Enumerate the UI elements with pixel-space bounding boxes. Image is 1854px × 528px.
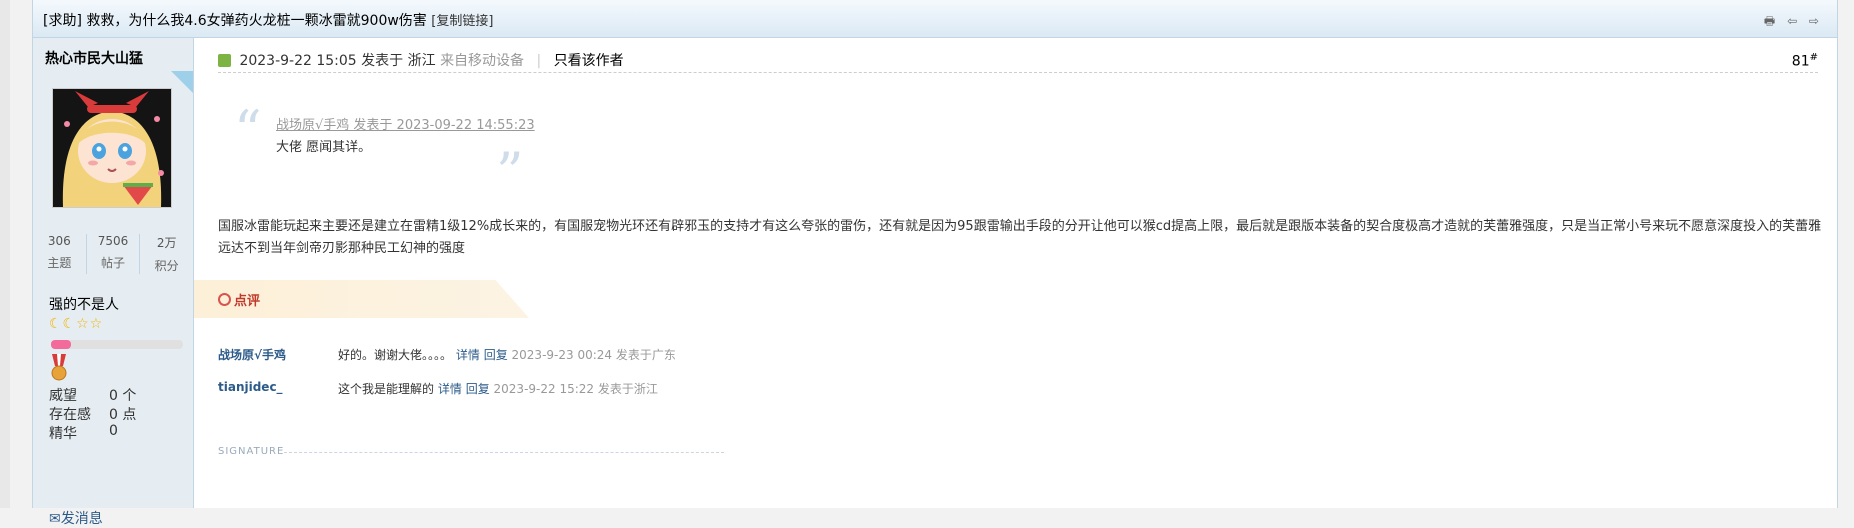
stat-posts-label: 帖子 <box>101 256 126 270</box>
thread-title: [求助] 救救，为什么我4.6女弹药火龙桩一颗冰雷就900w伤害 [复制链接] <box>43 10 493 30</box>
stat-posts-value: 7506 <box>97 234 129 248</box>
avatar[interactable] <box>52 88 172 208</box>
stat-posts[interactable]: 7506 帖子 <box>87 234 141 274</box>
stat-threads[interactable]: 306 主题 <box>33 234 87 274</box>
author-sidebar: 热心市民大山猛 306 主题 7506 帖子 2万 积分 强的不是人 ☾☾☆☆ … <box>33 38 194 527</box>
post-frame: [求助] 救救，为什么我4.6女弹药火龙桩一颗冰雷就900w伤害 [复制链接] … <box>32 0 1838 527</box>
post-location: 发表于 浙江 <box>361 53 436 69</box>
post-meta: 2023-9-22 15:05 发表于 浙江 来自移动设备 | 只看该作者 <box>218 50 624 70</box>
field-prestige-value: 0 个 <box>109 388 137 404</box>
field-prestige-label: 威望 <box>49 388 77 404</box>
post-date: 2023-9-22 15:05 <box>239 53 357 69</box>
only-author-link[interactable]: 只看该作者 <box>554 53 624 69</box>
comment-header: 点评 <box>194 280 529 318</box>
comment-time: 2023-9-22 15:22 发表于浙江 <box>493 382 658 396</box>
comment-detail-link[interactable]: 详情 <box>456 348 480 362</box>
quote-block: “ 战场原√手鸡 发表于 2023-09-22 14:55:23 大佬 愿闻其详… <box>234 99 554 200</box>
thread-tools[interactable]: 🖶 ⇦ ⇨ <box>1764 12 1823 33</box>
post-content: 国服冰雷能玩起来主要还是建立在雷精1级12%成长来的，有国服宠物光环还有辟邪玉的… <box>218 219 1822 256</box>
author-online-icon <box>218 54 231 67</box>
floor-hash: # <box>1809 52 1818 63</box>
author-name[interactable]: 热心市民大山猛 <box>45 48 143 68</box>
comment-detail-link[interactable]: 详情 <box>438 382 462 396</box>
send-message-button[interactable]: ✉发消息 <box>49 508 103 528</box>
comment-body: 好的。谢谢大佬。。。。 详情 回复 2023-9-23 00:24 发表于广东 <box>338 346 676 363</box>
meta-separator: | <box>536 53 542 69</box>
floor-number[interactable]: 81# <box>1792 52 1818 70</box>
stat-threads-value: 306 <box>47 234 71 248</box>
post-device: 来自移动设备 <box>440 53 525 69</box>
author-stats: 306 主题 7506 帖子 2万 积分 <box>33 234 193 274</box>
thread-title-bar: [求助] 救救，为什么我4.6女弹药火龙桩一颗冰雷就900w伤害 [复制链接] … <box>33 0 1837 38</box>
online-corner-icon <box>171 71 193 93</box>
stat-points[interactable]: 2万 积分 <box>140 234 193 274</box>
quote-close-icon: ” <box>496 141 524 204</box>
user-rank-title: 强的不是人 <box>49 297 119 313</box>
comment-author[interactable]: 战场原√手鸡 <box>218 346 286 363</box>
floor-number-value: 81 <box>1791 53 1810 70</box>
post-main: 2023-9-22 15:05 发表于 浙江 来自移动设备 | 只看该作者 81… <box>194 38 1834 508</box>
field-presence-label: 存在感 <box>49 407 91 423</box>
anime-girl-avatar-icon <box>53 89 171 207</box>
field-presence-value: 0 点 <box>109 407 137 423</box>
field-presence: 存在感 0 点 <box>49 404 136 424</box>
comment-author[interactable]: tianjidec_ <box>218 380 283 394</box>
comment-time: 2023-9-23 00:24 发表于广东 <box>511 348 676 362</box>
comment-reply-link[interactable]: 回复 <box>466 382 490 396</box>
medal-icon[interactable] <box>49 354 69 382</box>
field-digest: 精华 0 <box>49 423 118 443</box>
thread-title-text: [求助] 救救，为什么我4.6女弹药火龙桩一颗冰雷就900w伤害 <box>43 13 427 29</box>
signature-label: SIGNATURE <box>218 446 285 457</box>
meta-divider <box>218 72 1818 73</box>
comment-circle-icon <box>218 293 231 306</box>
signature-divider <box>284 452 724 453</box>
quote-header[interactable]: 战场原√手鸡 发表于 2023-09-22 14:55:23 <box>276 114 535 133</box>
comment-text: 好的。谢谢大佬。。。。 <box>338 348 453 362</box>
comment-text: 这个我是能理解的 <box>338 382 435 396</box>
page-gutter <box>0 0 10 508</box>
field-digest-value: 0 <box>109 423 118 439</box>
level-progress-bar <box>51 340 183 349</box>
copy-link-button[interactable]: [复制链接] <box>431 14 493 29</box>
field-prestige: 威望 0 个 <box>49 385 136 405</box>
comment-header-label: 点评 <box>234 294 261 309</box>
stat-points-value: 2万 <box>156 236 177 250</box>
comment-body: 这个我是能理解的 详情 回复 2023-9-22 15:22 发表于浙江 <box>338 380 658 397</box>
stat-threads-label: 主题 <box>47 256 72 270</box>
stat-points-label: 积分 <box>154 259 179 273</box>
rank-stars-icon: ☾☾☆☆ <box>49 316 104 332</box>
avatar-image[interactable] <box>52 88 172 208</box>
level-progress-fill <box>51 340 71 349</box>
quote-body: 大佬 愿闻其详。 <box>276 140 372 155</box>
quote-open-icon: “ <box>234 99 262 162</box>
comment-reply-link[interactable]: 回复 <box>484 348 508 362</box>
field-digest-label: 精华 <box>49 426 77 442</box>
